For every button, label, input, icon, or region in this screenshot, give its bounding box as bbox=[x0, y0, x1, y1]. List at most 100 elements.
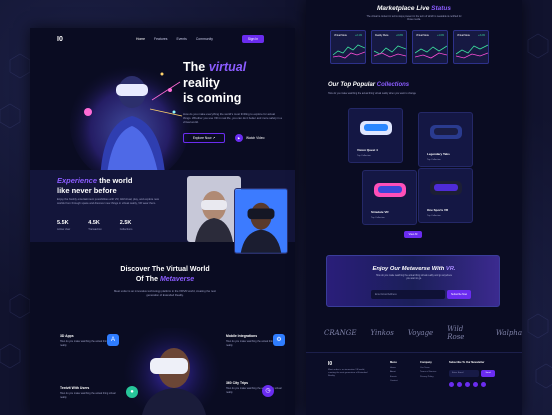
footer-link[interactable]: Privacy Policy bbox=[420, 376, 448, 378]
subscribe-button[interactable]: Subscribe Now bbox=[447, 290, 471, 299]
live-card-name: Reality Meta bbox=[375, 34, 389, 37]
app-store-icon[interactable]: A bbox=[107, 334, 119, 346]
footer-link[interactable]: Contact bbox=[390, 380, 418, 382]
live-card-value: +2.1% bbox=[355, 34, 362, 37]
popular-subtitle: How do you make watching the actual thin… bbox=[328, 92, 416, 95]
linkedin-icon[interactable] bbox=[473, 382, 478, 387]
hero-title-accent: virtual bbox=[208, 60, 247, 74]
live-card[interactable]: Virtual Meta +1.6% bbox=[412, 30, 448, 64]
twitter-icon[interactable] bbox=[457, 382, 462, 387]
experience-description: Enjoy the freshly entertainment possibil… bbox=[57, 198, 159, 205]
nav-link-features[interactable]: Features bbox=[154, 37, 167, 41]
stats-row: 5.5K Active User 4.5K Transaction 2.5K C… bbox=[57, 220, 132, 231]
live-card[interactable]: Reality Meta +0.8% bbox=[371, 30, 407, 64]
live-card-name: Virtual Meta bbox=[416, 34, 429, 37]
footer-link[interactable]: Home bbox=[390, 367, 418, 369]
footer-logo[interactable]: I0 bbox=[328, 361, 332, 367]
chat-icon[interactable]: ● bbox=[126, 386, 138, 398]
signin-button[interactable]: Sign In bbox=[242, 35, 264, 43]
stat-item: 4.5K Transaction bbox=[88, 220, 101, 231]
footer-link[interactable]: Our Team bbox=[420, 367, 448, 369]
hero-title: The virtual reality is coming bbox=[183, 60, 288, 107]
feature-textvit-users: Textvit With Users How do you make watch… bbox=[60, 386, 120, 399]
stat-value: 4.5K bbox=[88, 220, 100, 226]
vr-headset-icon bbox=[430, 181, 462, 195]
footer-link[interactable]: About bbox=[390, 371, 418, 373]
enjoy-title-part: Enjoy Our Metaverse With bbox=[372, 266, 445, 272]
footer-link[interactable]: Terms of Service bbox=[420, 371, 448, 373]
enjoy-subtitle: How do you make watching the actual thin… bbox=[375, 275, 453, 281]
footer-link[interactable]: Events bbox=[390, 376, 418, 378]
newsletter-email-field[interactable]: Enter Email bbox=[449, 370, 479, 377]
hero-description: How do you make everything the world's m… bbox=[183, 112, 282, 125]
brand-logo: Voyage bbox=[407, 329, 434, 337]
feature-360-city-trips: 360 City Trips How do you make watching … bbox=[226, 381, 286, 394]
footer-about: Meet under is an innovative VR world, cr… bbox=[328, 369, 368, 378]
explore-now-button[interactable]: Explore Now ↗ bbox=[183, 133, 225, 143]
vr-headset-icon bbox=[430, 125, 462, 139]
footer-column-heading: Company bbox=[420, 361, 432, 364]
live-status-subtitle: The virtual is content in terms stays pr… bbox=[366, 15, 462, 22]
email-field[interactable]: Enter Email Address bbox=[371, 290, 445, 299]
gear-icon[interactable]: ⚙ bbox=[273, 334, 285, 346]
watch-video-button[interactable]: ▶ Watch Video bbox=[235, 134, 265, 142]
vr-headset-person-image bbox=[124, 328, 220, 415]
collection-card[interactable]: Legendary Tabs Top Collection bbox=[418, 112, 473, 167]
stat-item: 2.5K Collections bbox=[120, 220, 133, 231]
youtube-icon[interactable] bbox=[481, 382, 486, 387]
footer-menu-column: Menu Home About Events Contact bbox=[390, 361, 418, 385]
hero-title-line3: is coming bbox=[183, 91, 242, 105]
footer: I0 Meet under is an innovative VR world,… bbox=[306, 352, 522, 415]
instagram-icon[interactable] bbox=[465, 382, 470, 387]
live-card-name: Virtual Meta bbox=[334, 34, 347, 37]
clock-icon[interactable]: ◷ bbox=[262, 385, 274, 397]
discover-title-line1: Discover The Virtual World bbox=[120, 266, 210, 273]
experience-title-part: the world bbox=[99, 176, 133, 185]
live-card[interactable]: Virtual Meta +2.1% bbox=[330, 30, 366, 64]
sparkline bbox=[415, 45, 447, 59]
live-card-value: +0.8% bbox=[396, 34, 403, 37]
popular-title-accent: Collections bbox=[376, 82, 410, 88]
popular-collections-title: Our Top Popular Collections bbox=[328, 82, 409, 88]
sparkline bbox=[374, 45, 406, 58]
collection-card[interactable]: One Sports VR Top Collection bbox=[418, 168, 473, 223]
footer-column-heading: Menu bbox=[390, 361, 397, 364]
enjoy-title-accent: VR. bbox=[445, 266, 456, 272]
experience-title: Experience the world like never before bbox=[57, 176, 187, 196]
social-icons bbox=[449, 382, 486, 387]
enjoy-title: Enjoy Our Metaverse With VR. bbox=[327, 266, 501, 272]
collection-card[interactable]: Simulate VR Top Collection bbox=[362, 170, 417, 225]
live-title-part: Marketplace Live bbox=[376, 5, 430, 12]
brand-logos-row: CRANGE Yinkos Voyage Wild Rose Walpha bbox=[324, 325, 522, 341]
logo[interactable]: I0 bbox=[57, 36, 63, 43]
collection-name: Vision Quest 4 bbox=[357, 148, 378, 152]
stat-label: Transaction bbox=[88, 228, 102, 231]
newsletter-send-button[interactable]: Send bbox=[481, 370, 495, 377]
vr-woman-photo bbox=[187, 176, 241, 242]
nav-link-home[interactable]: Home bbox=[136, 37, 145, 41]
nav-link-community[interactable]: Community bbox=[196, 37, 213, 41]
collection-card[interactable]: Vision Quest 4 Top Collection bbox=[348, 108, 403, 163]
feature-description: How do you make watching the actual thin… bbox=[60, 392, 116, 399]
landing-page-right: Marketplace Live Status The virtual is c… bbox=[306, 0, 522, 415]
live-title-accent: Status bbox=[431, 5, 452, 12]
stat-value: 5.5K bbox=[57, 220, 69, 226]
collection-owner: Top Collection bbox=[427, 159, 441, 161]
nav-link-events[interactable]: Events bbox=[176, 37, 186, 41]
view-all-button[interactable]: View All bbox=[404, 231, 422, 238]
experience-title-accent: Experience bbox=[57, 176, 98, 185]
collection-name: Legendary Tabs bbox=[427, 152, 450, 156]
vr-headset-icon bbox=[374, 183, 406, 197]
collection-owner: Top Collection bbox=[427, 215, 441, 217]
live-card[interactable]: Virtual Meta +3.2% bbox=[453, 30, 489, 64]
collection-name: One Sports VR bbox=[427, 208, 449, 212]
live-status-title: Marketplace Live Status bbox=[306, 5, 522, 12]
discover-title: Discover The Virtual World Of The Metave… bbox=[100, 265, 230, 285]
sparkline bbox=[456, 44, 488, 59]
hero-title-line2: reality bbox=[183, 75, 220, 90]
live-status-cards: Virtual Meta +2.1% Reality Meta +0.8% Vi… bbox=[330, 30, 489, 64]
facebook-icon[interactable] bbox=[449, 382, 454, 387]
discover-title-accent: Metaverse bbox=[159, 276, 195, 283]
nav-links: Home Features Events Community bbox=[136, 37, 213, 41]
collection-owner: Top Collection bbox=[371, 217, 385, 219]
